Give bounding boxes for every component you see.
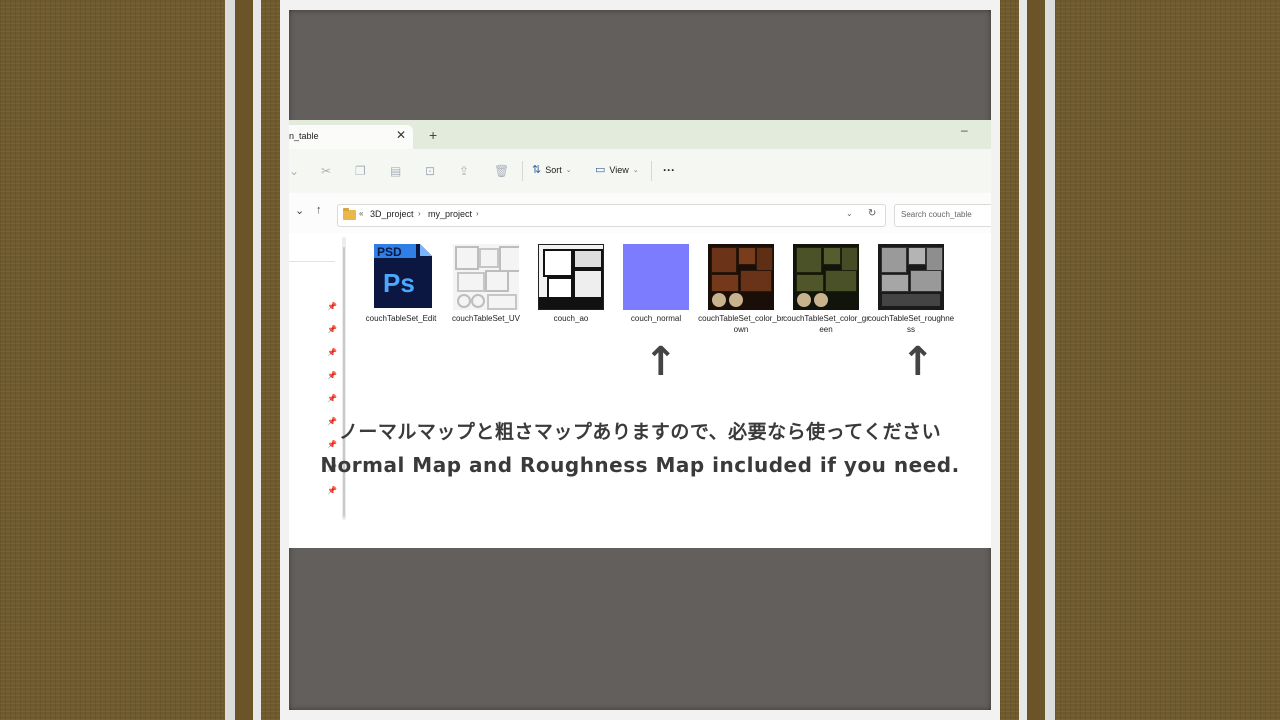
- search-input[interactable]: Search couch_table: [901, 210, 972, 219]
- ao-map-thumbnail: [538, 244, 604, 310]
- caption-english: Normal Map and Roughness Map included if…: [320, 453, 960, 477]
- sort-button[interactable]: ⇅ Sort ⌄: [532, 163, 572, 176]
- sort-icon: ⇅: [532, 164, 542, 176]
- tab-title: n_table: [289, 131, 319, 141]
- file-name: couchTableSet_UV: [451, 314, 521, 323]
- file-name: couchTableSet_roughness: [867, 314, 955, 334]
- image-canvas: n_table ✕ + – ⌄ ✂ ❐ ▤ ⊡ ⇪ 🗑 ⇅ Sort ⌄ ▭ V…: [280, 0, 1000, 720]
- navigation-row: ⌄ ↑ « 3D_project › my_project › ⌄ ↻ Sear…: [289, 193, 991, 233]
- new-tab-icon[interactable]: +: [429, 127, 437, 143]
- frame-rail-left-outer: [225, 0, 235, 720]
- chevron-down-icon: ⌄: [632, 166, 639, 174]
- frame-rail-left-inner: [253, 0, 261, 720]
- brown-color-map-thumbnail: [708, 244, 774, 310]
- command-bar: ⌄ ✂ ❐ ▤ ⊡ ⇪ 🗑 ⇅ Sort ⌄ ▭ View ⌄ ···: [289, 149, 991, 194]
- minimize-icon[interactable]: –: [961, 123, 968, 137]
- pin-icon[interactable]: 📌: [327, 371, 337, 380]
- toolbar-divider: [651, 161, 652, 181]
- breadcrumb-3d-project[interactable]: 3D_project: [370, 209, 414, 219]
- frame-rail-right-outer: [1045, 0, 1055, 720]
- copy-icon[interactable]: ❐: [355, 164, 366, 178]
- view-button[interactable]: ▭ View ⌄: [595, 163, 639, 176]
- pin-icon[interactable]: 📌: [327, 302, 337, 311]
- more-options-button[interactable]: ···: [663, 163, 675, 177]
- breadcrumb-separator: ›: [476, 209, 479, 218]
- share-icon[interactable]: ⇪: [459, 164, 469, 178]
- file-explorer-window: n_table ✕ + – ⌄ ✂ ❐ ▤ ⊡ ⇪ 🗑 ⇅ Sort ⌄ ▭ V…: [289, 120, 991, 548]
- file-name: couch_normal: [630, 314, 682, 323]
- view-icon: ▭: [595, 164, 606, 176]
- normal-map-thumbnail: [623, 244, 689, 310]
- file-item[interactable]: couchTableSet_UV: [442, 244, 530, 324]
- chevron-down-icon: ⌄: [565, 166, 572, 174]
- paste-icon[interactable]: ▤: [390, 164, 401, 178]
- chevron-down-icon[interactable]: ⌄: [289, 164, 299, 178]
- uv-map-thumbnail: [453, 244, 519, 310]
- file-name: couch_ao: [553, 314, 589, 323]
- frame-rail-right-inner: [1019, 0, 1027, 720]
- breadcrumb-my-project[interactable]: my_project: [428, 209, 472, 219]
- rename-icon[interactable]: ⊡: [425, 164, 435, 178]
- pin-icon[interactable]: 📌: [327, 394, 337, 403]
- file-name: couchTableSet_color_brown: [698, 314, 784, 334]
- roughness-map-thumbnail: [878, 244, 944, 310]
- screenshot-stage: n_table ✕ + – ⌄ ✂ ❐ ▤ ⊡ ⇪ 🗑 ⇅ Sort ⌄ ▭ V…: [289, 10, 991, 710]
- tab-bar: n_table ✕ + –: [289, 120, 991, 149]
- file-item[interactable]: couchTableSet_color_green: [782, 244, 870, 335]
- chevron-down-icon[interactable]: ⌄: [295, 204, 304, 217]
- photoshop-file-icon: PSD Ps: [374, 244, 432, 308]
- pin-icon[interactable]: 📌: [327, 348, 337, 357]
- pin-icon[interactable]: 📌: [327, 486, 337, 495]
- file-name: couchTableSet_color_green: [783, 314, 869, 334]
- frame-gap-right: [1027, 0, 1045, 720]
- breadcrumb-overflow[interactable]: «: [359, 209, 363, 218]
- file-item[interactable]: couch_normal: [612, 244, 700, 324]
- delete-icon[interactable]: 🗑: [494, 164, 509, 178]
- psd-badge-label: PSD: [377, 245, 402, 259]
- frame-gap-left: [235, 0, 253, 720]
- navigation-pane: 📌 📌 📌 📌 📌 📌 📌 📌 📌: [289, 233, 339, 548]
- chevron-down-icon[interactable]: ⌄: [846, 209, 853, 218]
- file-name: couchTableSet_Edit: [365, 314, 437, 323]
- search-box[interactable]: Search couch_table: [894, 204, 991, 227]
- view-label: View: [609, 164, 629, 175]
- file-item[interactable]: couchTableSet_color_brown: [697, 244, 785, 335]
- refresh-icon[interactable]: ↻: [868, 208, 876, 219]
- tab-couch-table[interactable]: n_table ✕: [289, 125, 413, 149]
- sort-label: Sort: [545, 164, 562, 175]
- up-arrow-icon[interactable]: ↑: [316, 204, 322, 216]
- file-item[interactable]: PSD Ps couchTableSet_Edit: [357, 244, 445, 324]
- file-item[interactable]: couch_ao: [527, 244, 615, 324]
- file-item[interactable]: couchTableSet_roughness: [867, 244, 955, 335]
- close-icon[interactable]: ✕: [396, 128, 406, 142]
- green-color-map-thumbnail: [793, 244, 859, 310]
- address-bar[interactable]: « 3D_project › my_project › ⌄ ↻: [337, 204, 886, 227]
- up-arrow-annotation: ↑: [644, 339, 678, 385]
- up-arrow-annotation: ↑: [901, 339, 935, 385]
- pin-icon[interactable]: 📌: [327, 325, 337, 334]
- file-list: PSD Ps couchTableSet_Edit couchTableSet_…: [351, 233, 991, 548]
- cut-icon[interactable]: ✂: [321, 164, 331, 178]
- folder-icon: [343, 208, 356, 220]
- pane-divider: [289, 261, 335, 262]
- caption-japanese: ノーマルマップと粗さマップありますので、必要なら使ってください: [338, 421, 942, 443]
- psd-main-label: Ps: [383, 268, 415, 298]
- breadcrumb-separator: ›: [418, 209, 421, 218]
- toolbar-divider: [522, 161, 523, 181]
